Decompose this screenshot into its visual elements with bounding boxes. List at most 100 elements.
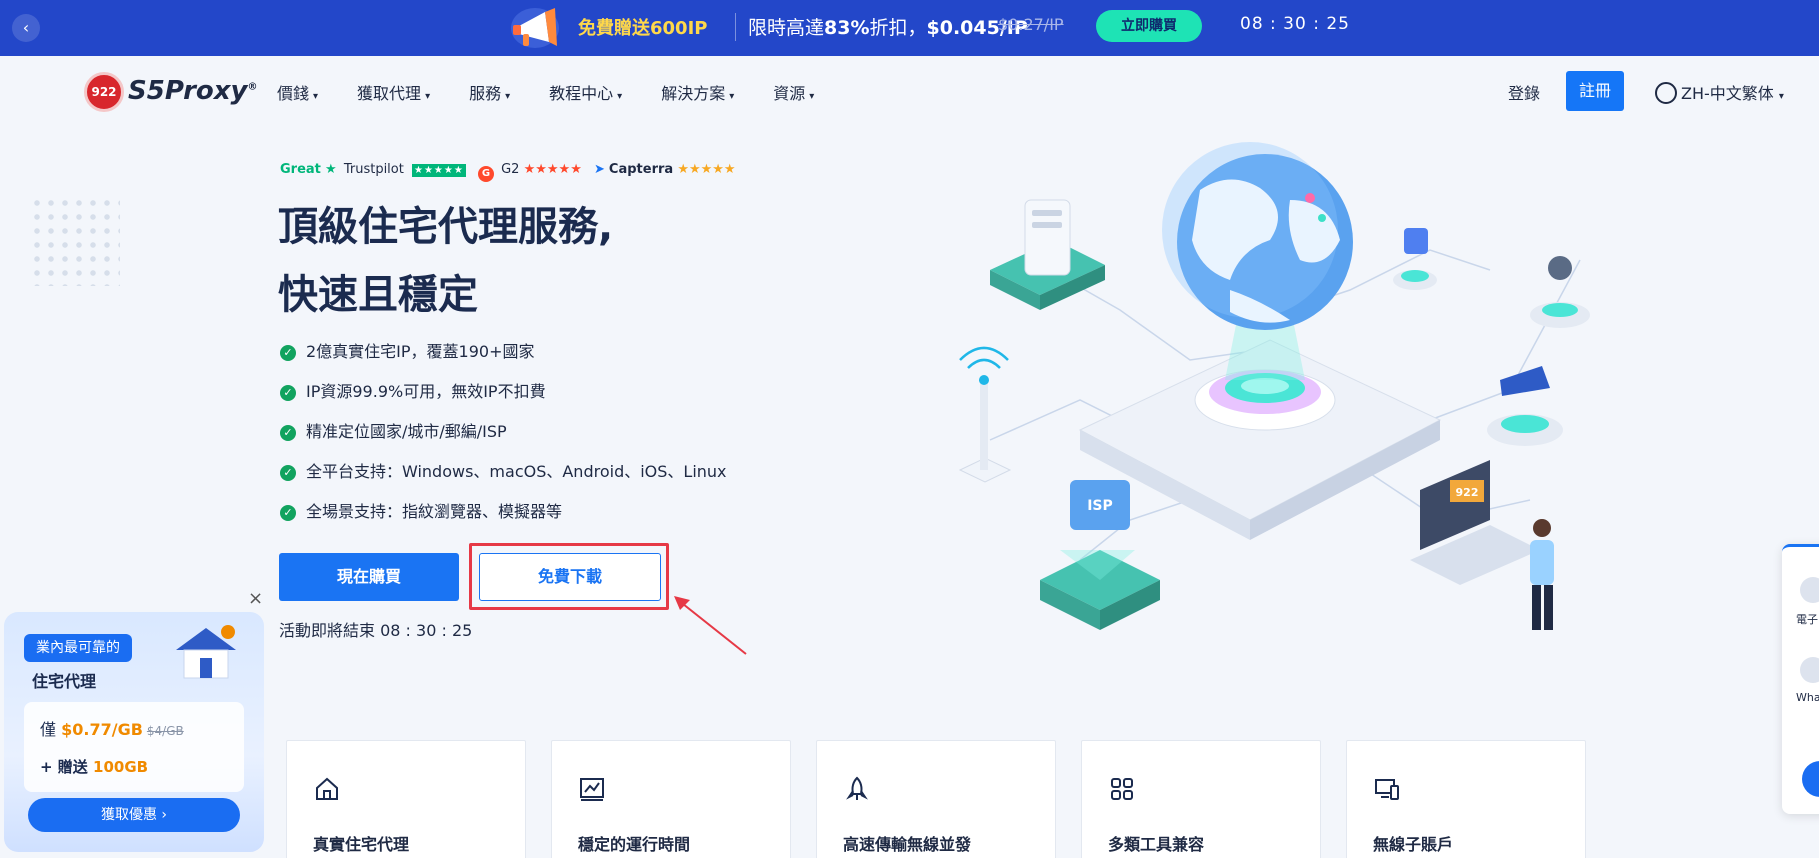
popup-subtitle: 住宅代理 [32, 672, 97, 691]
menu-item-get-proxy[interactable]: 獲取代理 ▾ [357, 80, 430, 104]
annotation-arrow-icon [674, 596, 747, 655]
feature-text: 2億真實住宅IP，覆蓋190+國家 [306, 342, 535, 361]
popup-close-icon[interactable]: × [248, 588, 263, 609]
popup-bonus: + 贈送 100GB [40, 756, 148, 777]
language-selector[interactable]: ZH-中文繁体 ▾ [1655, 80, 1784, 104]
promo-prefix: 限時高達 [748, 17, 825, 39]
menu-item-pricing[interactable]: 價錢 ▾ [277, 80, 318, 104]
capterra-label: Capterra [608, 162, 674, 177]
email-label: 電子 [1796, 613, 1818, 626]
banner-divider [735, 13, 736, 41]
whatsapp-icon[interactable] [1800, 657, 1819, 683]
card-title: 穩定的運行時間 [578, 835, 691, 854]
trustpilot-label: Trustpilot [343, 162, 404, 177]
feature-text: 精准定位國家/城市/郵編/ISP [306, 422, 507, 441]
caret-down-icon: ▾ [425, 91, 431, 102]
feature-text: 全場景支持：指紋瀏覽器、模擬器等 [306, 502, 563, 521]
hero-title: 頂級住宅代理服務, 快速且穩定 [278, 193, 613, 329]
buy-now-hero-button[interactable]: 現在購買 [279, 553, 459, 601]
trustpilot-star-icon: ★ [325, 162, 337, 177]
list-item: ✓ 2億真實住宅IP，覆蓋190+國家 [280, 338, 727, 378]
menu-item-label: 資源 [773, 84, 806, 103]
popup-price: 僅 $0.77/GB $4/GB [40, 716, 184, 740]
caret-down-icon: ▾ [313, 91, 319, 102]
countdown: 活動即將結束 08 : 30 : 25 [279, 617, 472, 641]
menu-item-label: 價錢 [277, 84, 310, 103]
feature-text: IP資源99.9%可用，無效IP不扣費 [306, 382, 546, 401]
price-prefix: 僅 [40, 720, 57, 739]
get-offer-button[interactable]: 獲取優惠 › [28, 798, 240, 832]
devices-icon [1375, 779, 1399, 800]
g2-stars: ★★★★★ [523, 162, 582, 177]
popup-price-box: 僅 $0.77/GB $4/GB + 贈送 100GB [24, 702, 244, 792]
countdown-label: 活動即將結束 [279, 621, 376, 640]
check-icon: ✓ [280, 385, 296, 401]
house-icon [176, 625, 236, 679]
bonus-prefix: + 贈送 [40, 758, 88, 776]
price-old: $4/GB [146, 724, 184, 738]
capterra-stars: ★★★★★ [677, 162, 736, 177]
old-price: $0.27/IP [998, 15, 1064, 34]
logo-text-label: S5Proxy [128, 76, 248, 106]
check-icon: ✓ [280, 425, 296, 441]
feature-card-speed[interactable]: 高速傳輸無線並發 [816, 740, 1056, 858]
registered-mark: ® [247, 81, 258, 93]
feature-list: ✓ 2億真實住宅IP，覆蓋190+國家 ✓ IP資源99.9%可用，無效IP不扣費 … [280, 338, 727, 538]
globe-icon [1655, 82, 1677, 104]
menu-item-solutions[interactable]: 解決方案 ▾ [661, 80, 734, 104]
caret-down-icon: ▾ [617, 91, 623, 102]
register-button[interactable]: 註冊 [1566, 71, 1624, 111]
grid-icon [1111, 778, 1133, 800]
promo-mid: 折扣， [869, 17, 927, 39]
check-icon: ✓ [280, 345, 296, 361]
buy-now-button[interactable]: 立即購買 [1096, 10, 1202, 42]
list-item: ✓ 精准定位國家/城市/郵編/ISP [280, 418, 727, 458]
login-link[interactable]: 登錄 [1508, 80, 1540, 104]
feature-card-residential[interactable]: 真實住宅代理 [286, 740, 526, 858]
trustpilot-rating-word: Great [280, 162, 321, 177]
language-label: ZH-中文繁体 [1681, 84, 1774, 103]
menu-item-tutorials[interactable]: 教程中心 ▾ [549, 80, 622, 104]
list-item: ✓ IP資源99.9%可用，無效IP不扣費 [280, 378, 727, 418]
chart-icon [580, 778, 604, 801]
feature-card-tools[interactable]: 多類工具兼容 [1081, 740, 1321, 858]
side-contact-widget: 電子 What [1782, 544, 1819, 814]
chatbot-icon[interactable] [1802, 761, 1819, 797]
menu-item-label: 服務 [469, 84, 502, 103]
list-item: ✓ 全場景支持：指紋瀏覽器、模擬器等 [280, 498, 727, 538]
hero-title-line2: 快速且穩定 [278, 272, 478, 318]
capterra-logo-icon: ➤ [594, 162, 605, 177]
bonus-value: 100GB [93, 758, 149, 776]
email-icon[interactable] [1800, 577, 1819, 603]
popup-tag: 業內最可靠的 [24, 634, 132, 662]
free-download-button[interactable]: 免費下載 [479, 553, 661, 601]
g2-label: G2 [501, 162, 520, 177]
card-title: 高速傳輸無線並發 [843, 835, 972, 854]
promo-popup: 業內最可靠的 住宅代理 僅 $0.77/GB $4/GB + 贈送 100GB 獲… [4, 612, 264, 852]
home-icon [316, 777, 338, 800]
decorative-dots [30, 196, 120, 286]
menu-item-services[interactable]: 服務 ▾ [469, 80, 510, 104]
logo-badge: 922 [84, 72, 124, 112]
promo-text: 限時高達83%折扣，$0.045/IP [748, 13, 1028, 40]
hero-illustration: ISP 922 [958, 142, 1590, 630]
feature-text: 全平台支持：Windows、macOS、Android、iOS、Linux [306, 462, 727, 481]
promo-discount: 83% [824, 17, 870, 39]
menu-item-label: 解決方案 [661, 84, 726, 103]
top-navigation: 922 S5Proxy® 價錢 ▾ 獲取代理 ▾ 服務 ▾ 教程中心 ▾ 解決方案 ▾ 資… [0, 56, 1819, 124]
logo-text: S5Proxy® [128, 76, 257, 106]
caret-down-icon: ▾ [1778, 91, 1784, 102]
feature-card-subaccounts[interactable]: 無線子賬戶 [1346, 740, 1586, 858]
price-value: $0.77/GB [61, 720, 143, 739]
check-icon: ✓ [280, 505, 296, 521]
back-arrow-icon[interactable]: ‹ [12, 14, 40, 42]
menu-item-resources[interactable]: 資源 ▾ [773, 80, 814, 104]
caret-down-icon: ▾ [729, 91, 735, 102]
check-icon: ✓ [280, 465, 296, 481]
laptop-label: 922 [1456, 486, 1479, 499]
caret-down-icon: ▾ [809, 91, 815, 102]
card-title: 多類工具兼容 [1108, 835, 1205, 854]
feature-card-uptime[interactable]: 穩定的運行時間 [551, 740, 791, 858]
rocket-icon [846, 776, 868, 800]
menu-item-label: 教程中心 [549, 84, 614, 103]
